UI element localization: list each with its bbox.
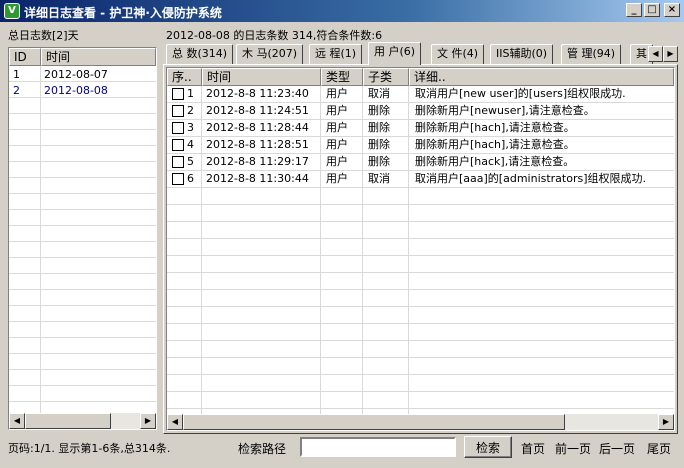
cell-detail: 取消用户[aaa]的[administrators]组权限成功. <box>415 172 647 185</box>
cell-type: 用户 <box>326 87 348 100</box>
cell-detail: 删除新用户[hack],请注意检查。 <box>415 155 575 168</box>
tab-manage[interactable]: 管 理(94) <box>561 44 622 64</box>
cell-type: 用户 <box>326 172 348 185</box>
cell-no: 2 <box>187 104 194 117</box>
cell-subtype: 删除 <box>368 121 390 134</box>
date-list-header: ID 时间 <box>9 48 156 66</box>
tab-scroll-left-button[interactable]: ◀ <box>648 46 663 62</box>
cell-type: 用户 <box>326 104 348 117</box>
cell-detail: 删除新用户[hach],请注意检查。 <box>415 121 575 134</box>
search-path-label: 检索路径 <box>238 442 287 456</box>
column-header-subtype[interactable]: 子类 <box>363 68 409 86</box>
minimize-button[interactable]: _ <box>626 3 642 17</box>
scroll-right-button[interactable]: ▶ <box>658 414 674 430</box>
date-info-label: 2012-08-08 的日志条数 314,符合条件数:6 <box>166 29 383 42</box>
first-page-link[interactable]: 首页 <box>521 440 545 457</box>
date-list-row[interactable]: 1 2012-08-07 <box>9 67 156 83</box>
close-button[interactable]: × <box>664 3 680 17</box>
row-checkbox[interactable] <box>172 122 184 134</box>
cell-type: 用户 <box>326 138 348 151</box>
cell-no: 1 <box>187 87 194 100</box>
table-row[interactable]: 1 2012-8-8 11:23:40 用户 取消 取消用户[new user]… <box>167 86 674 103</box>
next-page-link[interactable]: 后一页 <box>599 440 635 457</box>
cell-detail: 删除新用户[newuser],请注意检查。 <box>415 104 595 117</box>
date-list[interactable]: ID 时间 1 2012-08-07 2 2012-08-08 ◀ ▶ <box>8 47 157 430</box>
search-button[interactable]: 检索 <box>464 436 512 458</box>
cell-subtype: 取消 <box>368 87 390 100</box>
cell-type: 用户 <box>326 155 348 168</box>
scroll-thumb[interactable] <box>183 414 565 430</box>
cell-time: 2012-8-8 11:24:51 <box>206 104 309 117</box>
table-row[interactable]: 3 2012-8-8 11:28:44 用户 删除 删除新用户[hach],请注… <box>167 120 674 137</box>
cell-detail: 删除新用户[hach],请注意检查。 <box>415 138 575 151</box>
cell-no: 5 <box>187 155 194 168</box>
scroll-thumb[interactable] <box>25 413 111 429</box>
column-header-id[interactable]: ID <box>9 48 41 66</box>
tab-scroll-right-button[interactable]: ▶ <box>663 46 678 62</box>
tab-user[interactable]: 用 户(6) <box>368 42 422 65</box>
last-page-link[interactable]: 尾页 <box>647 440 671 457</box>
row-date: 2012-08-07 <box>44 68 108 81</box>
tab-file[interactable]: 文 件(4) <box>431 44 485 64</box>
row-checkbox[interactable] <box>172 105 184 117</box>
column-header-time[interactable]: 时间 <box>41 48 156 66</box>
tab-remote[interactable]: 远 程(1) <box>309 44 363 64</box>
row-checkbox[interactable] <box>172 88 184 100</box>
column-header-detail[interactable]: 详细.. <box>409 68 674 86</box>
log-table-header: 序.. 时间 类型 子类 详细.. <box>167 68 674 86</box>
cell-no: 4 <box>187 138 194 151</box>
page-info: 页码:1/1. 显示第1-6条,总314条. <box>8 442 171 455</box>
cell-subtype: 删除 <box>368 155 390 168</box>
tab-total[interactable]: 总 数(314) <box>166 44 234 64</box>
scroll-left-button[interactable]: ◀ <box>167 414 183 430</box>
tab-iis[interactable]: IIS辅助(0) <box>490 44 554 64</box>
search-path-input[interactable] <box>300 437 456 457</box>
log-table-hscrollbar[interactable]: ◀ ▶ <box>167 414 674 430</box>
row-checkbox[interactable] <box>172 156 184 168</box>
column-header-no[interactable]: 序.. <box>167 68 202 86</box>
date-list-row-selected[interactable]: 2 2012-08-08 <box>9 83 156 99</box>
row-id: 2 <box>13 84 20 97</box>
cell-subtype: 删除 <box>368 104 390 117</box>
table-row[interactable]: 6 2012-8-8 11:30:44 用户 取消 取消用户[aaa]的[adm… <box>167 171 674 188</box>
title-bar[interactable]: V 详细日志查看 - 护卫神·入侵防护系统 _ □ × <box>0 0 684 22</box>
table-row[interactable]: 5 2012-8-8 11:29:17 用户 删除 删除新用户[hack],请注… <box>167 154 674 171</box>
cell-time: 2012-8-8 11:28:51 <box>206 138 309 151</box>
cell-time: 2012-8-8 11:30:44 <box>206 172 309 185</box>
cell-subtype: 取消 <box>368 172 390 185</box>
row-id: 1 <box>13 68 20 81</box>
scroll-right-button[interactable]: ▶ <box>140 413 156 429</box>
scroll-left-button[interactable]: ◀ <box>9 413 25 429</box>
table-row[interactable]: 4 2012-8-8 11:28:51 用户 删除 删除新用户[hach],请注… <box>167 137 674 154</box>
cell-type: 用户 <box>326 121 348 134</box>
total-days-label: 总日志数[2]天 <box>8 29 79 42</box>
tab-trojan[interactable]: 木 马(207) <box>236 44 304 64</box>
maximize-button[interactable]: □ <box>644 3 660 17</box>
cell-time: 2012-8-8 11:29:17 <box>206 155 309 168</box>
row-date: 2012-08-08 <box>44 84 108 97</box>
cell-time: 2012-8-8 11:23:40 <box>206 87 309 100</box>
log-table[interactable]: 序.. 时间 类型 子类 详细.. 1 2012-8-8 11:23:40 用户… <box>166 67 675 431</box>
cell-no: 3 <box>187 121 194 134</box>
window-title: 详细日志查看 - 护卫神·入侵防护系统 <box>24 6 222 20</box>
cell-no: 6 <box>187 172 194 185</box>
row-checkbox[interactable] <box>172 173 184 185</box>
row-checkbox[interactable] <box>172 139 184 151</box>
shield-icon: V <box>4 3 20 19</box>
table-row[interactable]: 2 2012-8-8 11:24:51 用户 删除 删除新用户[newuser]… <box>167 103 674 120</box>
cell-time: 2012-8-8 11:28:44 <box>206 121 309 134</box>
column-header-type[interactable]: 类型 <box>321 68 363 86</box>
prev-page-link[interactable]: 前一页 <box>555 440 591 457</box>
column-header-time[interactable]: 时间 <box>202 68 321 86</box>
cell-detail: 取消用户[new user]的[users]组权限成功. <box>415 87 626 100</box>
cell-subtype: 删除 <box>368 138 390 151</box>
date-list-grid <box>9 66 156 413</box>
date-list-hscrollbar[interactable]: ◀ ▶ <box>9 413 156 429</box>
